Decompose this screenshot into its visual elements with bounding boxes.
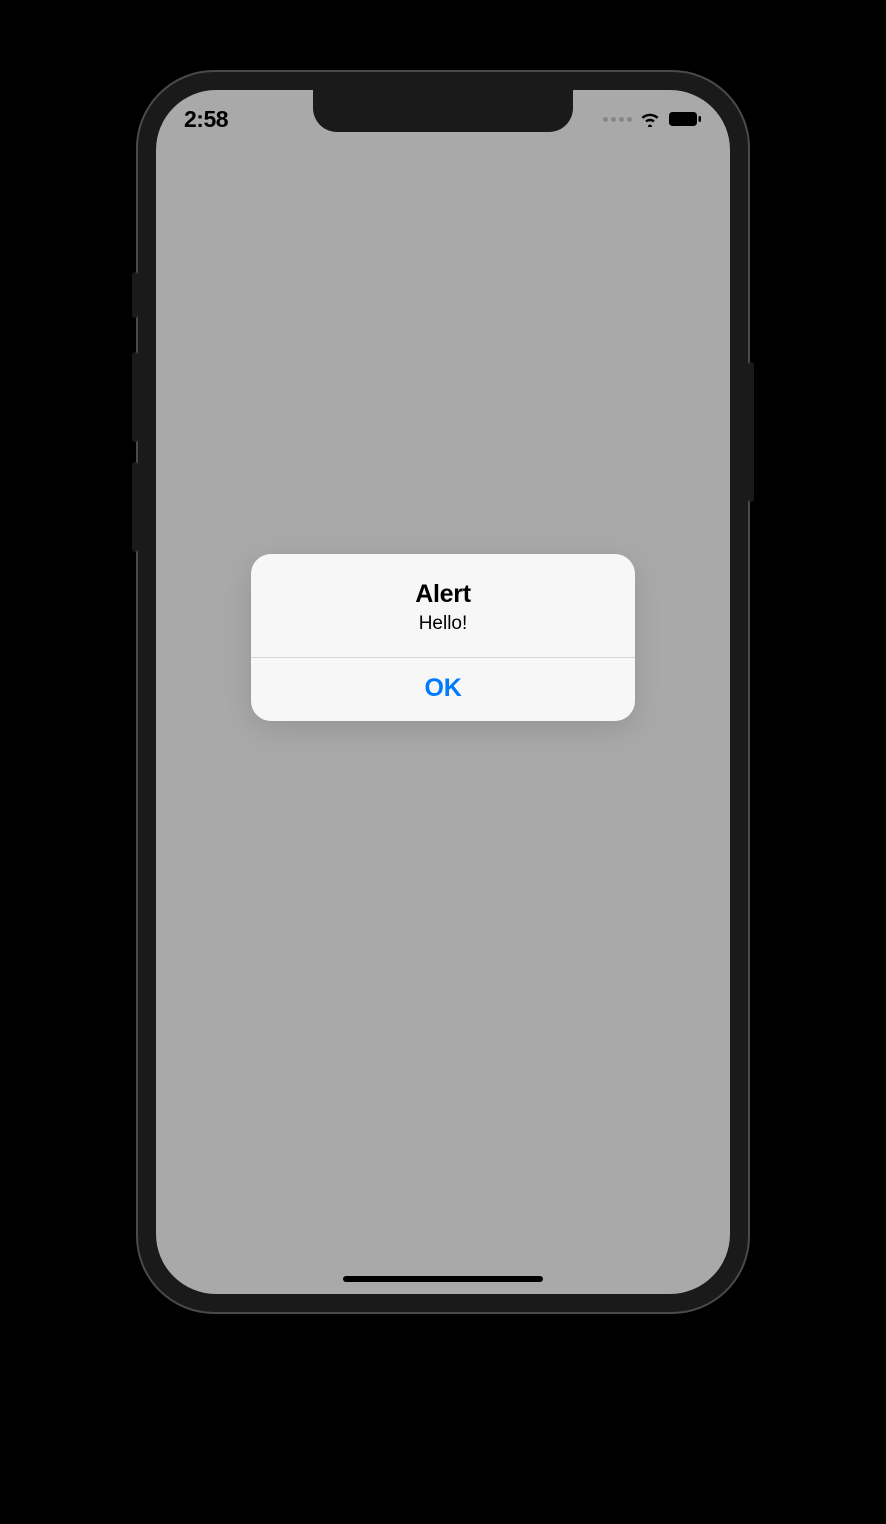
notch bbox=[313, 90, 573, 132]
volume-down-button[interactable] bbox=[132, 462, 138, 552]
alert-dialog: Alert Hello! OK bbox=[251, 554, 635, 721]
alert-message: Hello! bbox=[271, 613, 615, 635]
screen: 2:58 bbox=[156, 90, 730, 1294]
status-right bbox=[603, 101, 702, 127]
alert-overlay: Alert Hello! OK bbox=[156, 90, 730, 1294]
ok-button[interactable]: OK bbox=[251, 658, 635, 721]
wifi-icon bbox=[639, 111, 661, 127]
alert-title: Alert bbox=[271, 580, 615, 609]
alert-content: Alert Hello! bbox=[251, 554, 635, 657]
cellular-signal-icon bbox=[603, 117, 632, 122]
volume-up-button[interactable] bbox=[132, 352, 138, 442]
mute-switch[interactable] bbox=[132, 272, 138, 318]
power-button[interactable] bbox=[748, 362, 754, 502]
battery-icon bbox=[668, 111, 702, 127]
status-time: 2:58 bbox=[184, 96, 228, 133]
device-frame: 2:58 bbox=[136, 70, 750, 1314]
home-indicator[interactable] bbox=[343, 1276, 543, 1282]
